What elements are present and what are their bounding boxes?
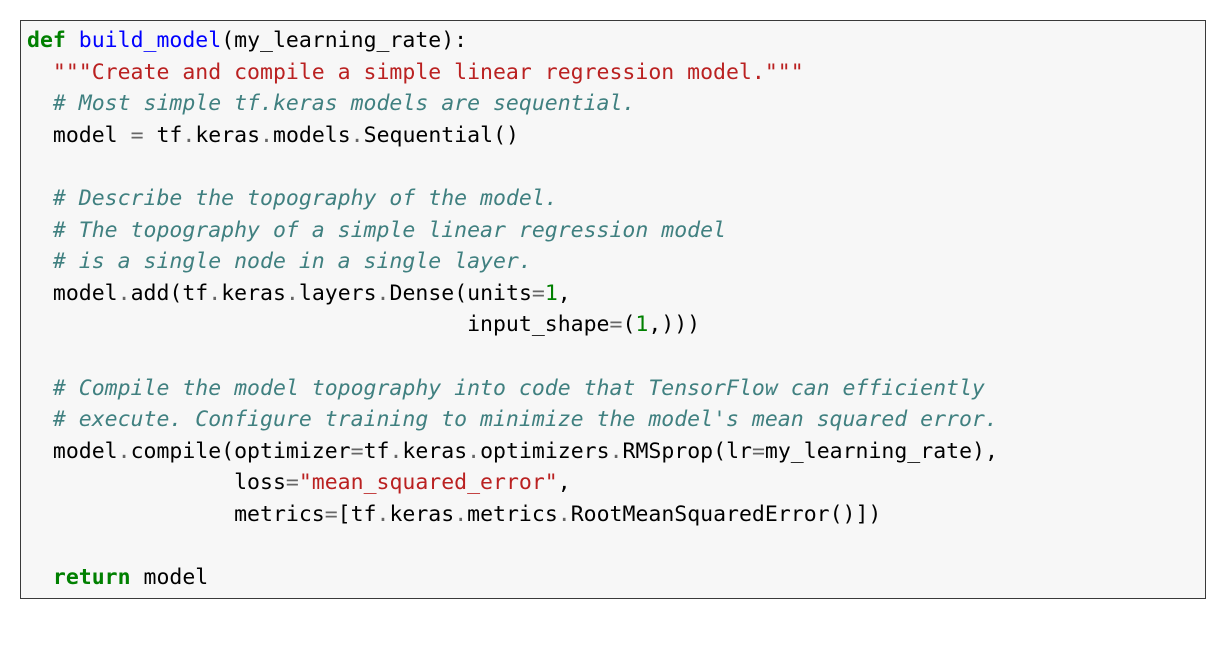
code-token: . [610, 439, 623, 464]
code-token: return [53, 565, 131, 590]
code-token: = [286, 470, 299, 495]
code-token: . [351, 123, 364, 148]
code-token: . [467, 439, 480, 464]
code-token: . [558, 502, 571, 527]
code-token: . [118, 281, 131, 306]
code-token: . [454, 502, 467, 527]
code-token: . [389, 439, 402, 464]
code-token: 1 [545, 281, 558, 306]
code-token: . [377, 281, 390, 306]
code-token: # Compile the model topography into code… [53, 376, 985, 401]
code-token: # is a single node in a single layer. [53, 249, 532, 274]
code-token: "mean_squared_error" [299, 470, 558, 495]
code-token: . [208, 281, 221, 306]
code-block: def build_model(my_learning_rate): """Cr… [27, 25, 1199, 594]
code-token: = [351, 439, 364, 464]
code-token: = [532, 281, 545, 306]
code-token: = [752, 439, 765, 464]
code-token: = [131, 123, 144, 148]
code-token: """Create and compile a simple linear re… [53, 60, 804, 85]
code-token: . [118, 439, 131, 464]
code-token: # Describe the topography of the model. [53, 186, 558, 211]
code-token: . [182, 123, 195, 148]
code-token: # The topography of a simple linear regr… [53, 218, 726, 243]
code-token: # execute. Configure training to minimiz… [53, 407, 998, 432]
code-token: = [609, 312, 622, 337]
code-token: build_model [79, 28, 221, 53]
code-token: . [260, 123, 273, 148]
code-token: . [286, 281, 299, 306]
code-token: = [325, 502, 338, 527]
code-container: def build_model(my_learning_rate): """Cr… [20, 20, 1206, 599]
code-token: # Most simple tf.keras models are sequen… [53, 91, 635, 116]
code-token: . [377, 502, 390, 527]
code-token: 1 [635, 312, 648, 337]
code-token: def [27, 28, 66, 53]
